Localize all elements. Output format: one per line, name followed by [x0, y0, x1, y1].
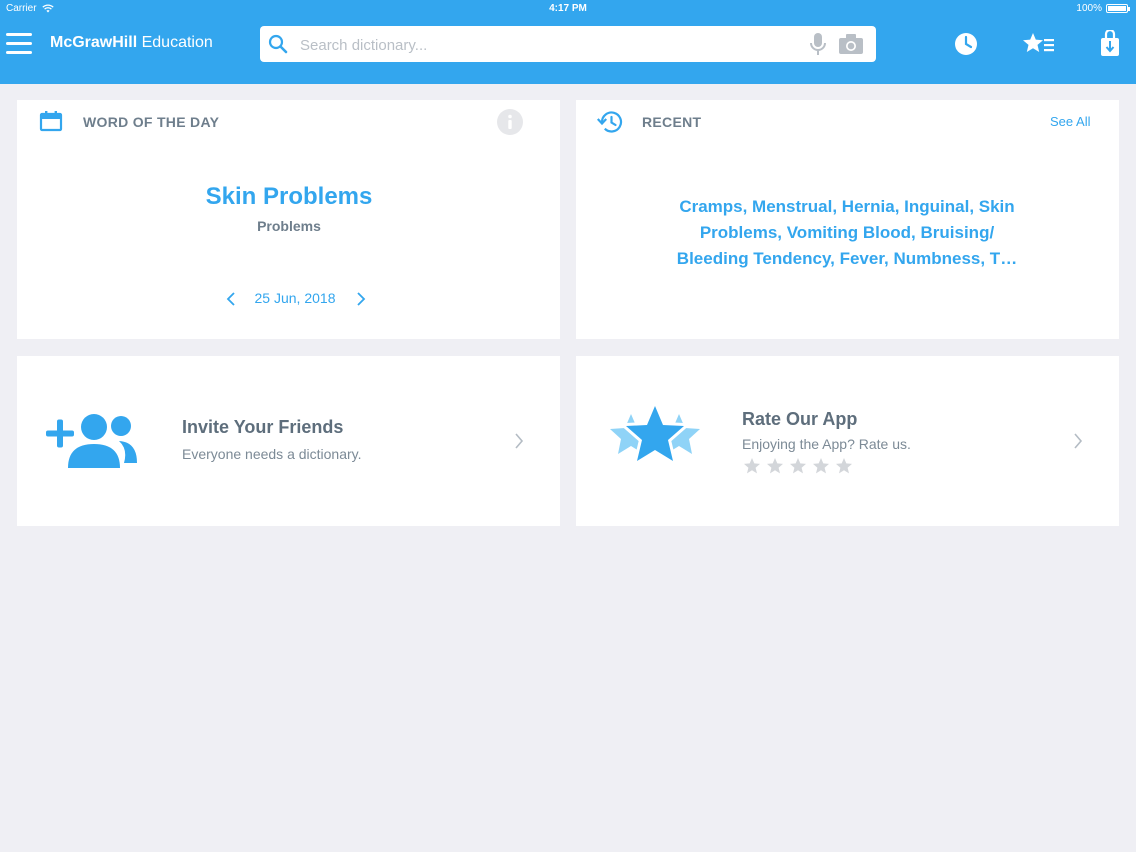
battery-percent: 100% — [1076, 3, 1102, 14]
add-friends-icon — [46, 414, 137, 468]
status-battery: 100% — [1076, 3, 1130, 14]
camera-icon[interactable] — [838, 33, 864, 55]
menu-button[interactable] — [6, 33, 32, 55]
invite-friends-title: Invite Your Friends — [182, 417, 344, 437]
search-icon — [268, 34, 288, 54]
favorites-list-icon[interactable] — [1022, 30, 1056, 58]
app-header: Carrier 4:17 PM 100% McGrawHill Educatio… — [0, 0, 1136, 84]
info-icon[interactable] — [497, 109, 523, 135]
next-day-chevron-icon[interactable] — [354, 291, 368, 307]
search-bar — [260, 26, 876, 64]
history-clock-icon[interactable] — [952, 30, 980, 58]
brand-logo: McGrawHill Education — [50, 34, 213, 52]
calendar-icon — [39, 111, 63, 132]
brand-name-bold: McGrawHill — [50, 34, 138, 51]
rate-app-subtitle: Enjoying the App? Rate us. — [742, 436, 911, 452]
status-bar: Carrier 4:17 PM 100% — [0, 0, 1136, 18]
rate-stars-icon — [610, 404, 700, 464]
rate-app-title: Rate Our App — [742, 409, 858, 429]
recent-history-icon — [596, 111, 623, 133]
rating-star-icon[interactable] — [812, 457, 830, 475]
see-all-link[interactable]: See All — [1050, 114, 1090, 129]
search-input[interactable] — [298, 26, 792, 64]
recent-terms[interactable]: Cramps, Menstrual, Hernia, Inguinal, Ski… — [662, 194, 1032, 272]
brand-name-light: Education — [141, 34, 213, 51]
word-of-the-day-subtitle: Problems — [257, 218, 321, 234]
previous-day-chevron-icon[interactable] — [224, 291, 238, 307]
recent-heading: RECENT — [642, 114, 702, 130]
rating-star-icon[interactable] — [789, 457, 807, 475]
menu-icon-bar — [6, 42, 32, 45]
rating-star-icon[interactable] — [766, 457, 784, 475]
battery-icon — [1106, 4, 1130, 13]
status-time: 4:17 PM — [549, 3, 587, 14]
menu-icon-bar — [6, 51, 32, 54]
invite-chevron-right-icon[interactable] — [513, 432, 525, 450]
rate-chevron-right-icon[interactable] — [1072, 432, 1084, 450]
invite-friends-subtitle: Everyone needs a dictionary. — [182, 446, 362, 462]
word-of-the-day-word[interactable]: Skin Problems — [17, 183, 561, 211]
word-of-the-day-heading: WORD OF THE DAY — [83, 114, 220, 130]
word-of-the-day-date: 25 Jun, 2018 — [254, 290, 336, 306]
microphone-icon[interactable] — [808, 32, 828, 56]
menu-icon-bar — [6, 33, 32, 36]
rating-star-icon[interactable] — [743, 457, 761, 475]
download-icon[interactable] — [1098, 30, 1122, 58]
rating-star-icon[interactable] — [835, 457, 853, 475]
